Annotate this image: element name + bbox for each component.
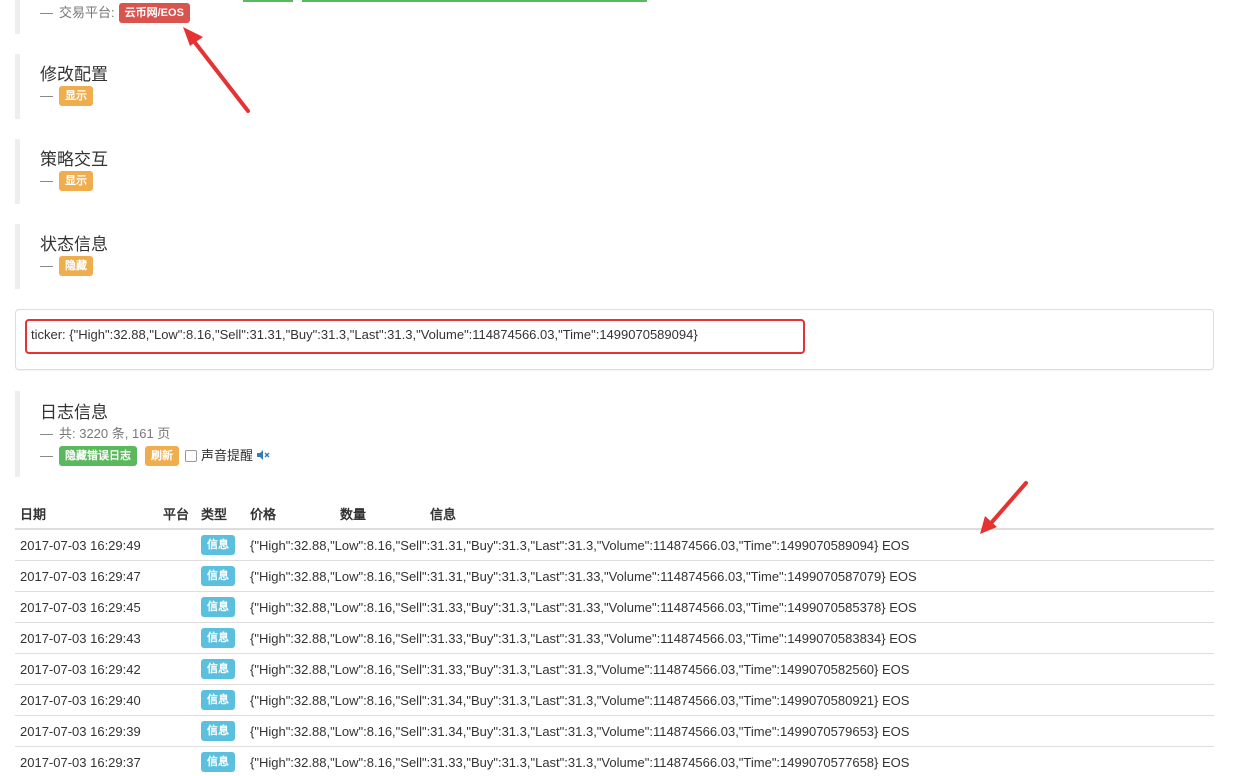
cell-platform xyxy=(158,560,196,592)
config-toggle-row: — 显示 xyxy=(40,86,108,106)
dash: — xyxy=(40,426,53,441)
log-section: 日志信息 — 共: 3220 条, 161 页 — 隐藏错误日志 刷新 声音提醒 xyxy=(15,391,270,477)
top-input-stub xyxy=(302,0,647,2)
cell-date: 2017-07-03 16:29:42 xyxy=(15,653,158,685)
interaction-section: 策略交互 — 显示 xyxy=(15,139,108,204)
refresh-button[interactable]: 刷新 xyxy=(145,446,179,466)
cell-info: {"High":32.88,"Low":8.16,"Sell":31.33,"B… xyxy=(245,653,1214,685)
table-row: 2017-07-03 16:29:47 信息 {"High":32.88,"Low"… xyxy=(15,560,1214,592)
cell-info: {"High":32.88,"Low":8.16,"Sell":31.34,"B… xyxy=(245,684,1214,716)
cell-platform xyxy=(158,746,196,776)
cell-date: 2017-07-03 16:29:47 xyxy=(15,560,158,592)
dash: — xyxy=(40,173,53,188)
page: — 交易平台: 云币网/EOS 修改配置 — 显示 策略交互 — 显示 状态信息… xyxy=(0,0,1236,776)
cell-platform xyxy=(158,653,196,685)
hide-error-logs-button[interactable]: 隐藏错误日志 xyxy=(59,446,137,466)
cell-type: 信息 xyxy=(196,653,245,685)
cell-date: 2017-07-03 16:29:40 xyxy=(15,684,158,716)
config-section-title: 修改配置 xyxy=(40,65,108,84)
sound-alert-label: 声音提醒 xyxy=(201,448,254,463)
ticker-text: ticker: {"High":32.88,"Low":8.16,"Sell":… xyxy=(31,327,698,342)
status-toggle-row: — 隐藏 xyxy=(40,256,108,276)
status-section: 状态信息 — 隐藏 xyxy=(15,224,108,289)
interaction-toggle-row: — 显示 xyxy=(40,171,108,191)
top-control-stub xyxy=(243,0,293,2)
dash: — xyxy=(40,88,53,103)
column-header-date: 日期 xyxy=(15,499,158,530)
sound-alert-checkbox[interactable] xyxy=(185,450,197,462)
column-header-platform: 平台 xyxy=(158,499,196,530)
column-header-info: 信息 xyxy=(425,499,1214,530)
type-badge: 信息 xyxy=(201,721,235,741)
cell-info: {"High":32.88,"Low":8.16,"Sell":31.31,"B… xyxy=(245,560,1214,592)
cell-date: 2017-07-03 16:29:43 xyxy=(15,622,158,654)
cell-date: 2017-07-03 16:29:37 xyxy=(15,746,158,776)
platform-badge: 云币网/EOS xyxy=(118,3,190,23)
type-badge: 信息 xyxy=(201,690,235,710)
cell-type: 信息 xyxy=(196,684,245,716)
cell-platform xyxy=(158,715,196,747)
cell-type: 信息 xyxy=(196,591,245,623)
dash: — xyxy=(40,5,53,20)
log-table: 日期 平台 类型 价格 数量 信息 2017-07-03 16:29:49 信息{… xyxy=(15,499,1214,776)
column-header-type: 类型 xyxy=(196,499,245,530)
cell-type: 信息 xyxy=(196,622,245,654)
type-badge: 信息 xyxy=(201,566,235,586)
config-section: 修改配置 — 显示 xyxy=(15,54,108,119)
cell-info: {"High":32.88,"Low":8.16,"Sell":31.33,"B… xyxy=(245,591,1214,623)
cell-info: {"High":32.88,"Low":8.16,"Sell":31.33,"B… xyxy=(245,746,1214,776)
log-summary: 共: 3220 条, 161 页 xyxy=(59,426,171,441)
table-row: 2017-07-03 16:29:39 信息 {"High":32.88,"Low"… xyxy=(15,715,1214,747)
interaction-section-title: 策略交互 xyxy=(40,150,108,169)
cell-platform xyxy=(158,684,196,716)
log-summary-row: — 共: 3220 条, 161 页 xyxy=(40,424,270,444)
cell-platform xyxy=(158,622,196,654)
cell-platform xyxy=(158,591,196,623)
cell-date: 2017-07-03 16:29:39 xyxy=(15,715,158,747)
type-badge: 信息 xyxy=(201,659,235,679)
type-badge: 信息 xyxy=(201,535,235,555)
log-section-title: 日志信息 xyxy=(40,403,108,422)
config-show-toggle[interactable]: 显示 xyxy=(59,86,93,106)
cell-info: {"High":32.88,"Low":8.16,"Sell":31.31,"B… xyxy=(245,528,1214,561)
cell-platform xyxy=(158,528,196,561)
table-row: 2017-07-03 16:29:45 信息 {"High":32.88,"Low"… xyxy=(15,591,1214,623)
log-table-header: 日期 平台 类型 价格 数量 信息 xyxy=(15,499,1214,530)
status-section-title: 状态信息 xyxy=(40,235,108,254)
cell-date: 2017-07-03 16:29:49 xyxy=(15,528,158,561)
platform-row: — 交易平台: 云币网/EOS xyxy=(40,3,190,23)
column-header-price: 价格 xyxy=(245,499,335,530)
log-controls-row: — 隐藏错误日志 刷新 声音提醒 xyxy=(40,446,270,466)
type-badge: 信息 xyxy=(201,628,235,648)
table-row: 2017-07-03 16:29:40 信息 {"High":32.88,"Low"… xyxy=(15,684,1214,716)
status-panel: ticker: {"High":32.88,"Low":8.16,"Sell":… xyxy=(15,309,1214,370)
cell-type: 信息 xyxy=(196,746,245,776)
cell-date: 2017-07-03 16:29:45 xyxy=(15,591,158,623)
cell-type: 信息 xyxy=(196,528,245,561)
platform-section: — 交易平台: 云币网/EOS xyxy=(15,0,190,34)
table-row: 2017-07-03 16:29:43 信息 {"High":32.88,"Low"… xyxy=(15,622,1214,654)
type-badge: 信息 xyxy=(201,752,235,772)
dash: — xyxy=(40,258,53,273)
cell-type: 信息 xyxy=(196,560,245,592)
arrow-platform-annotation xyxy=(183,27,250,113)
type-badge: 信息 xyxy=(201,597,235,617)
cell-type: 信息 xyxy=(196,715,245,747)
cell-info: {"High":32.88,"Low":8.16,"Sell":31.33,"B… xyxy=(245,622,1214,654)
status-hide-toggle[interactable]: 隐藏 xyxy=(59,256,93,276)
column-header-amount: 数量 xyxy=(335,499,425,530)
table-row: 2017-07-03 16:29:37 信息 {"High":32.88,"Low"… xyxy=(15,746,1214,776)
platform-label: 交易平台: xyxy=(59,5,115,20)
cell-info: {"High":32.88,"Low":8.16,"Sell":31.34,"B… xyxy=(245,715,1214,747)
speaker-muted-icon[interactable] xyxy=(257,446,270,466)
dash: — xyxy=(40,448,53,463)
table-row: 2017-07-03 16:29:42 信息 {"High":32.88,"Low"… xyxy=(15,653,1214,685)
table-row: 2017-07-03 16:29:49 信息 {"High":32.88,"Low"… xyxy=(15,528,1214,561)
interaction-show-toggle[interactable]: 显示 xyxy=(59,171,93,191)
